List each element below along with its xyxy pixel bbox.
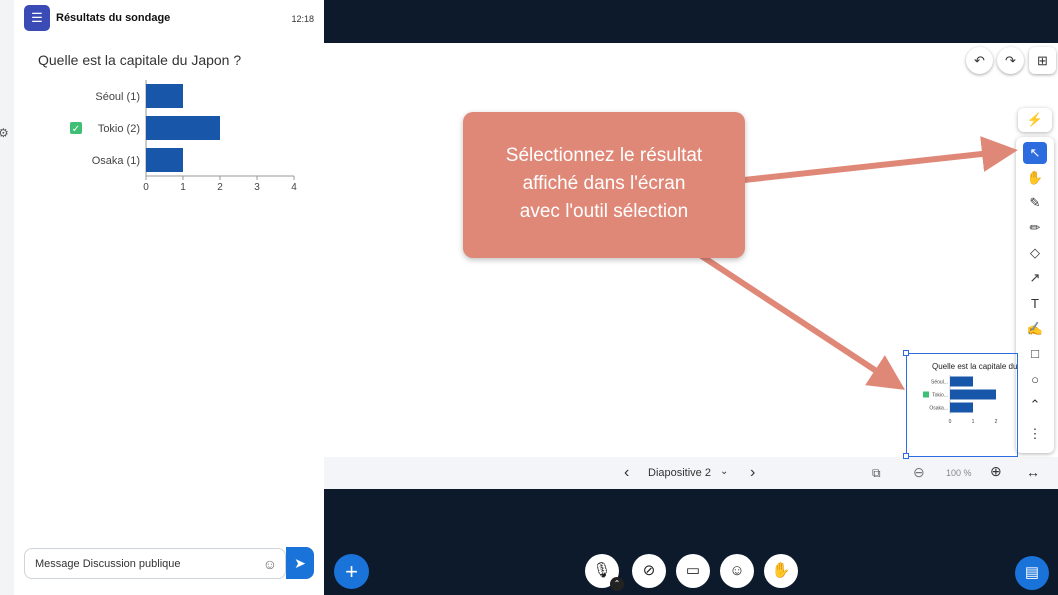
fit-width-icon[interactable]: ↔: [1026, 464, 1040, 480]
arrow-to-select-tool: [743, 136, 1018, 183]
zoom-level: 100 %: [946, 468, 972, 478]
previous-slide-icon[interactable]: ‹: [624, 464, 629, 482]
presentation-icon: ▤: [1024, 564, 1040, 581]
smiley-icon: ☺: [729, 562, 745, 579]
callout-line: Sélectionnez le résultat: [505, 145, 703, 166]
actions-plus-button[interactable]: +: [334, 554, 369, 589]
slide-selector[interactable]: Diapositive 2: [648, 467, 711, 479]
reactions-button[interactable]: ☺: [720, 554, 754, 588]
annotation-arrows: [698, 136, 1018, 390]
screenshare-off-icon: ▭: [685, 562, 701, 579]
mic-options-icon[interactable]: ⌃: [610, 577, 624, 591]
callout-line: avec l'outil sélection: [519, 201, 689, 222]
chevron-down-icon[interactable]: ⌄: [720, 466, 728, 477]
arrow-to-result: [698, 252, 906, 390]
instruction-callout: Sélectionnez le résultat affiché dans l'…: [463, 112, 745, 258]
presentation-button[interactable]: ▤: [1015, 556, 1049, 590]
camera-button[interactable]: ⊘: [632, 554, 666, 588]
mic-muted-icon: 🎙: [592, 562, 612, 579]
screenshare-button[interactable]: ▭: [676, 554, 710, 588]
hand-icon: ✋: [771, 562, 791, 579]
raise-hand-button[interactable]: ✋: [764, 554, 798, 588]
chart-icon[interactable]: ⧉: [872, 466, 881, 481]
zoom-in-icon[interactable]: ⊕: [990, 463, 1002, 480]
callout-line: affiché dans l'écran: [522, 173, 686, 194]
zoom-out-icon[interactable]: ⊖: [913, 464, 925, 481]
camera-off-icon: ⊘: [642, 562, 656, 579]
next-slide-icon[interactable]: ›: [750, 464, 755, 482]
plus-icon: +: [345, 559, 358, 584]
